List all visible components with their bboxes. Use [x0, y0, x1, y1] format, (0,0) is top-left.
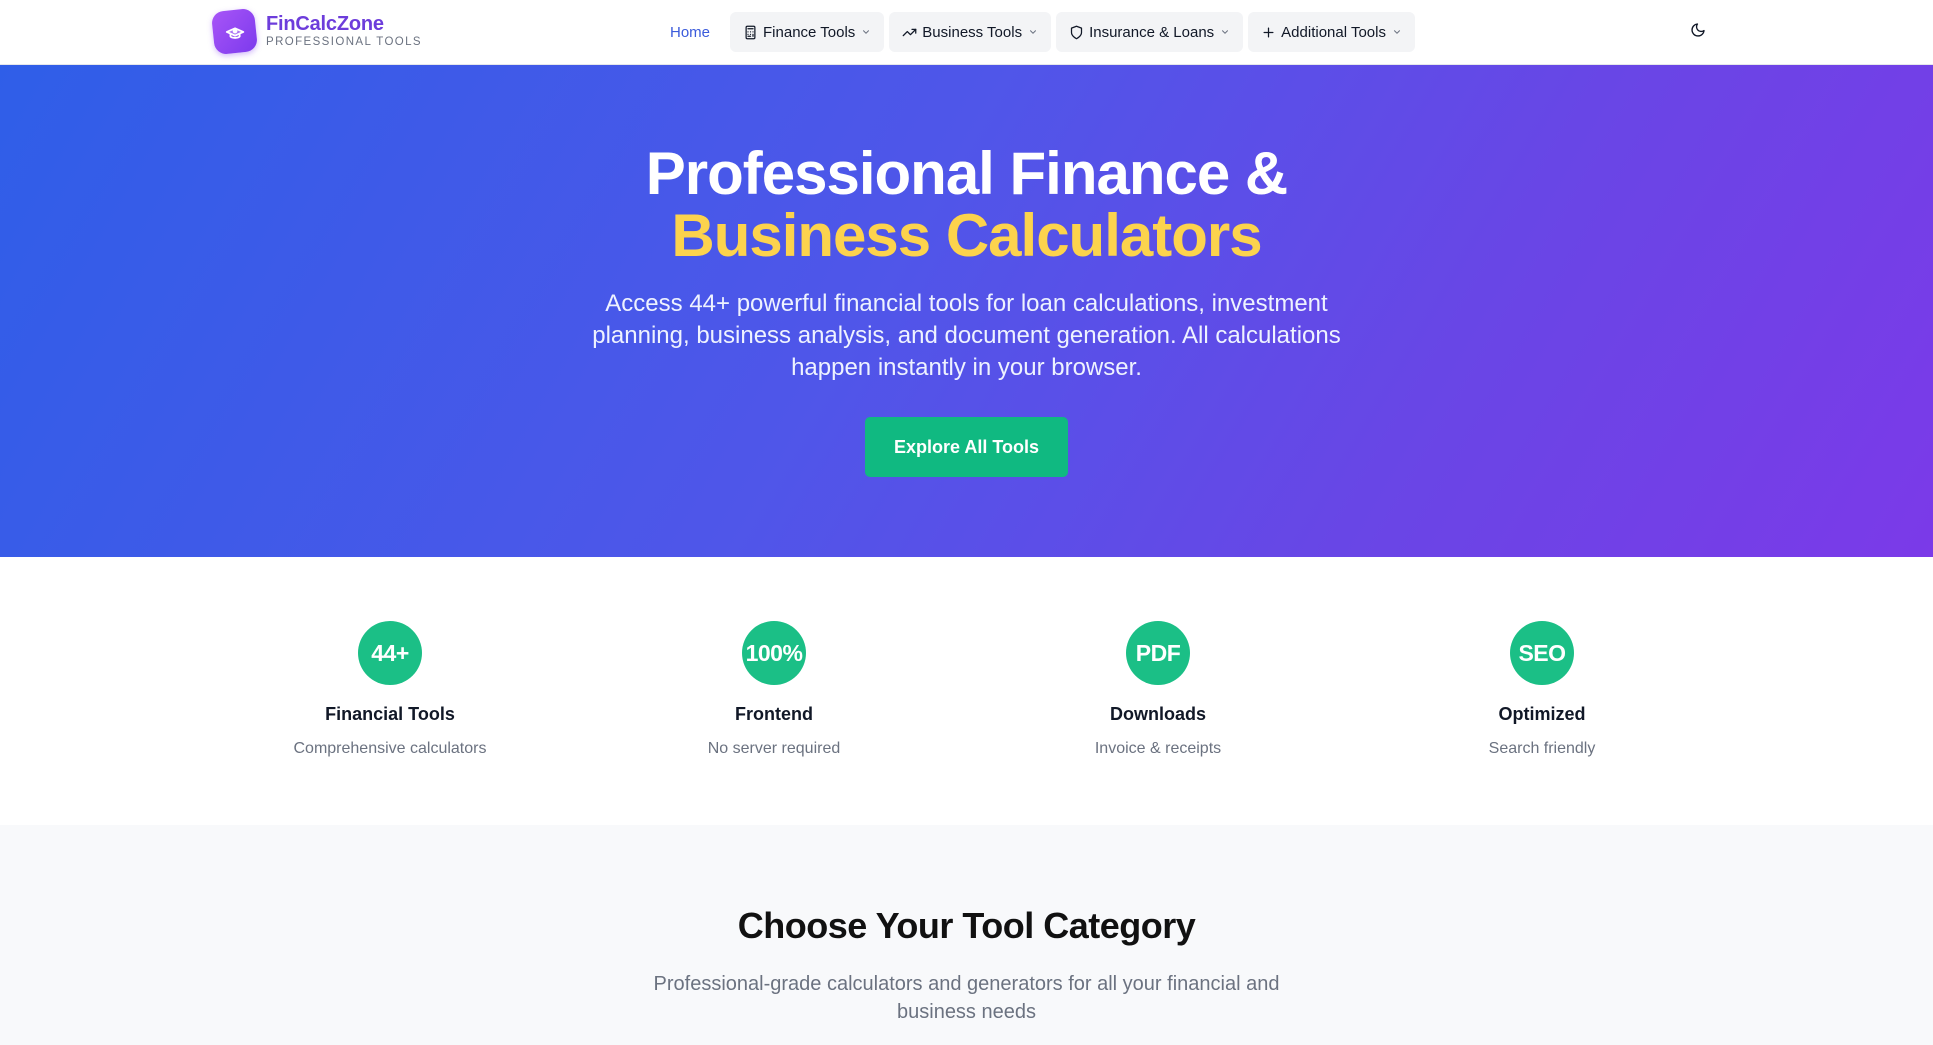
stat-title: Financial Tools	[325, 704, 455, 724]
shield-icon	[1069, 25, 1084, 40]
nav-finance-tools-label: Finance Tools	[763, 23, 856, 41]
stat-item: PDF Downloads Invoice & receipts	[1008, 621, 1308, 758]
hero-section: Professional Finance & Business Calculat…	[0, 65, 1933, 557]
site-header: FinCalcZone PROFESSIONAL TOOLS Home Fina…	[0, 0, 1933, 65]
hero-title-line2: Business Calculators	[671, 202, 1262, 269]
nav-business-tools-label: Business Tools	[922, 23, 1023, 41]
brand-logo[interactable]: FinCalcZone PROFESSIONAL TOOLS	[210, 7, 423, 56]
stat-badge: SEO	[1510, 621, 1574, 685]
nav-business-tools[interactable]: Business Tools	[889, 12, 1052, 52]
stat-badge: PDF	[1126, 621, 1190, 685]
theme-toggle-button[interactable]	[1688, 22, 1708, 42]
stat-item: SEO Optimized Search friendly	[1392, 621, 1692, 758]
brand-name: FinCalcZone	[266, 13, 384, 36]
stat-item: 100% Frontend No server required	[624, 621, 924, 758]
stat-badge: 44+	[358, 621, 422, 685]
category-description: Professional-grade calculators and gener…	[653, 973, 1280, 1023]
hero-description: Access 44+ powerful financial tools for …	[592, 290, 1341, 381]
stat-subtitle: Comprehensive calculators	[293, 740, 487, 757]
category-section: Choose Your Tool Category Professional-g…	[0, 825, 1933, 1045]
chevron-down-icon	[1392, 27, 1402, 37]
brand-tagline: PROFESSIONAL TOOLS	[266, 36, 423, 49]
nav-additional-tools[interactable]: Additional Tools	[1248, 12, 1415, 52]
stats-section: 44+ Financial Tools Comprehensive calcul…	[0, 557, 1933, 825]
nav-insurance-loans-label: Insurance & Loans	[1089, 23, 1215, 41]
moon-icon	[1690, 22, 1706, 43]
stat-title: Downloads	[1109, 704, 1206, 724]
main-nav: Home Finance Tools Business Tools Insura…	[660, 12, 1420, 52]
stat-item: 44+ Financial Tools Comprehensive calcul…	[240, 621, 540, 758]
stat-badge: 100%	[742, 621, 806, 685]
chevron-down-icon	[1220, 27, 1230, 37]
stat-title: Optimized	[1498, 704, 1586, 724]
category-title: Choose Your Tool Category	[737, 905, 1196, 946]
logo-badge-icon	[210, 7, 259, 56]
chevron-down-icon	[1028, 27, 1038, 37]
stat-title: Frontend	[735, 704, 813, 724]
stat-subtitle: Invoice & receipts	[1094, 740, 1222, 757]
explore-all-tools-button[interactable]: Explore All Tools	[865, 417, 1068, 477]
plus-icon	[1261, 25, 1276, 40]
hero-title: Professional Finance & Business Calculat…	[0, 143, 1933, 267]
chevron-down-icon	[861, 27, 871, 37]
nav-insurance-loans[interactable]: Insurance & Loans	[1056, 12, 1244, 52]
stat-subtitle: No server required	[707, 740, 841, 757]
trending-up-icon	[902, 25, 917, 40]
nav-home-link[interactable]: Home	[660, 14, 720, 51]
calculator-icon	[743, 25, 758, 40]
hero-title-line1: Professional Finance &	[645, 140, 1289, 207]
stat-subtitle: Search friendly	[1488, 740, 1596, 757]
nav-additional-tools-label: Additional Tools	[1281, 23, 1386, 41]
nav-finance-tools[interactable]: Finance Tools	[730, 12, 885, 52]
